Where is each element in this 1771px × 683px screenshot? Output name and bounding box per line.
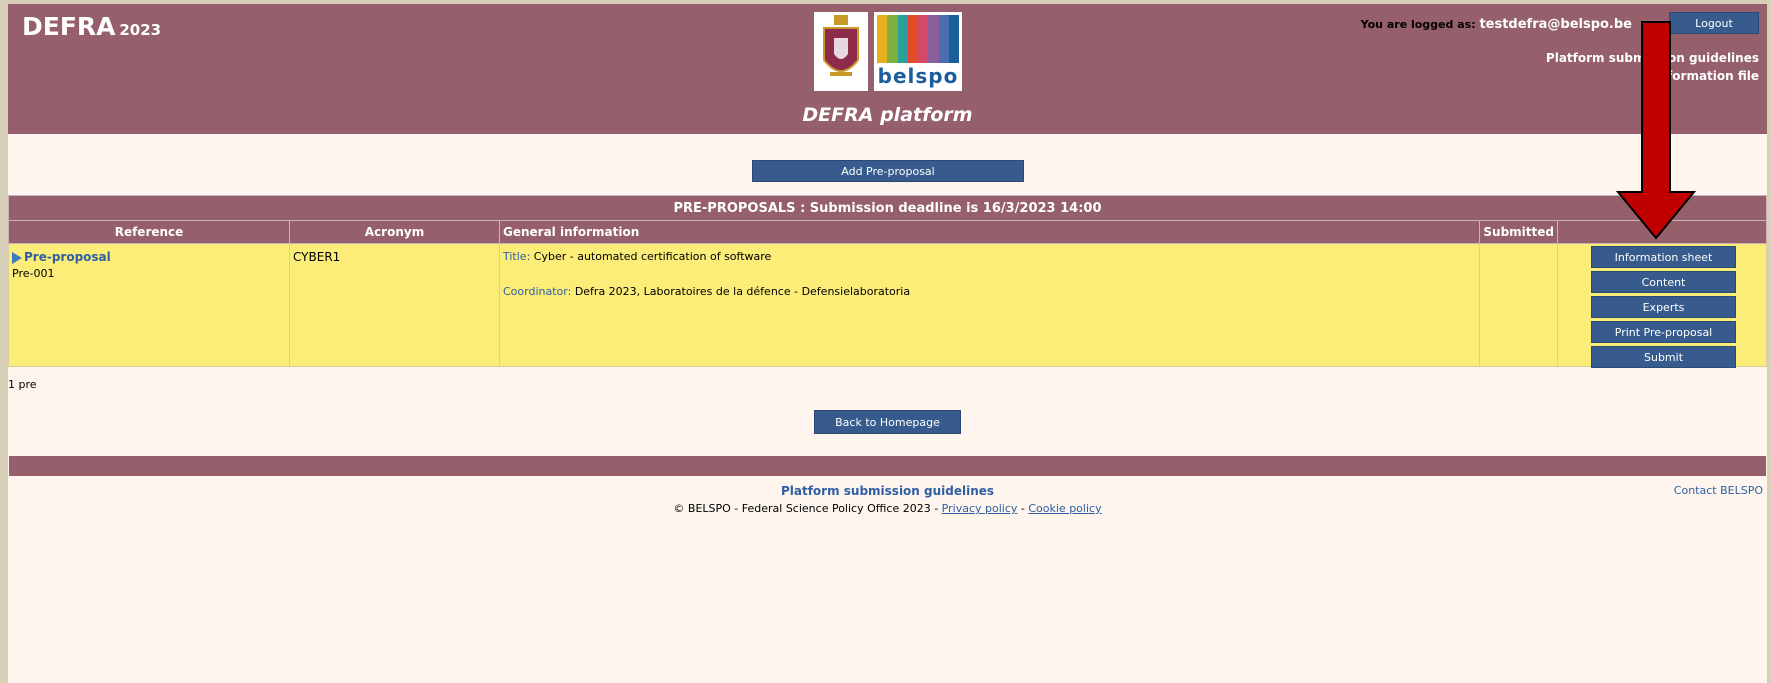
belspo-logo-text: belspo [877,64,959,88]
defence-crest-logo [814,12,868,91]
reference-value: Pre-001 [12,267,55,280]
actions-cell: Information sheet Content Experts Print … [1557,243,1767,368]
page: DEFRA 2023 belspo DEFRA platform You are… [8,4,1767,683]
logged-user: testdefra@belspo.be [1479,17,1632,32]
belspo-stripe [928,15,939,63]
column-header: Reference [8,220,290,244]
belspo-stripe [918,15,929,63]
red-arrow-annotation [1616,21,1696,240]
acronym-value: CYBER1 [293,250,341,264]
cookie-policy-link[interactable]: Cookie policy [1028,502,1101,515]
column-header: Submitted [1479,220,1558,244]
belspo-stripe [897,15,908,63]
expand-arrow-icon[interactable] [12,252,22,264]
preproposals-table: PRE-PROPOSALS : Submission deadline is 1… [8,195,1767,368]
general-info-cell: Title: Cyber - automated certification o… [498,243,1481,367]
content-button[interactable]: Content [1591,271,1736,293]
header: DEFRA 2023 belspo DEFRA platform You are… [8,4,1767,134]
belspo-stripe [877,15,888,63]
logged-in-info: You are logged as: testdefra@belspo.be [1361,17,1632,32]
coordinator-value: Defra 2023, Laboratoires de la défence -… [574,285,911,298]
add-preproposal-button[interactable]: Add Pre-proposal [752,160,1024,182]
belspo-stripe [948,15,959,63]
reference-cell: Pre-proposal Pre-001 [8,243,290,367]
column-header: General information [498,220,1481,244]
print-preproposal-button[interactable]: Print Pre-proposal [1591,321,1736,343]
title-label: Title: [503,250,531,263]
copyright-line: © BELSPO - Federal Science Policy Office… [8,502,1767,515]
belspo-stripe [938,15,949,63]
footer-guidelines-link[interactable]: Platform submission guidelines [8,484,1767,498]
coordinator-label: Coordinator: [503,285,572,298]
brand: DEFRA 2023 [22,12,161,41]
experts-button[interactable]: Experts [1591,296,1736,318]
logged-label: You are logged as: [1360,18,1476,31]
belspo-stripe [887,15,898,63]
title-value: Cyber - automated certification of softw… [533,250,772,263]
brand-name: DEFRA [22,12,116,41]
privacy-policy-link[interactable]: Privacy policy [942,502,1018,515]
back-to-homepage-button[interactable]: Back to Homepage [814,410,961,434]
belspo-logo: belspo [874,12,962,91]
record-count: 1 pre [8,378,37,391]
submit-button[interactable]: Submit [1591,346,1736,368]
contact-belspo-link[interactable]: Contact BELSPO [1674,484,1763,497]
belspo-stripes [877,15,959,63]
belspo-stripe [907,15,918,63]
copyright-text: © BELSPO - Federal Science Policy Office… [673,502,942,515]
information-sheet-button[interactable]: Information sheet [1591,246,1736,268]
footer-bar [9,456,1766,476]
separator: - [1017,502,1029,515]
table-row: Pre-proposal Pre-001 CYBER1 Title: Cyber… [8,243,1767,368]
table-caption: PRE-PROPOSALS : Submission deadline is 1… [8,195,1767,221]
submitted-cell [1479,243,1558,367]
platform-title: DEFRA platform [802,104,973,126]
acronym-cell: CYBER1 [289,243,500,367]
column-header: Acronym [289,220,500,244]
brand-year: 2023 [119,21,162,39]
preproposal-link[interactable]: Pre-proposal [24,250,111,264]
